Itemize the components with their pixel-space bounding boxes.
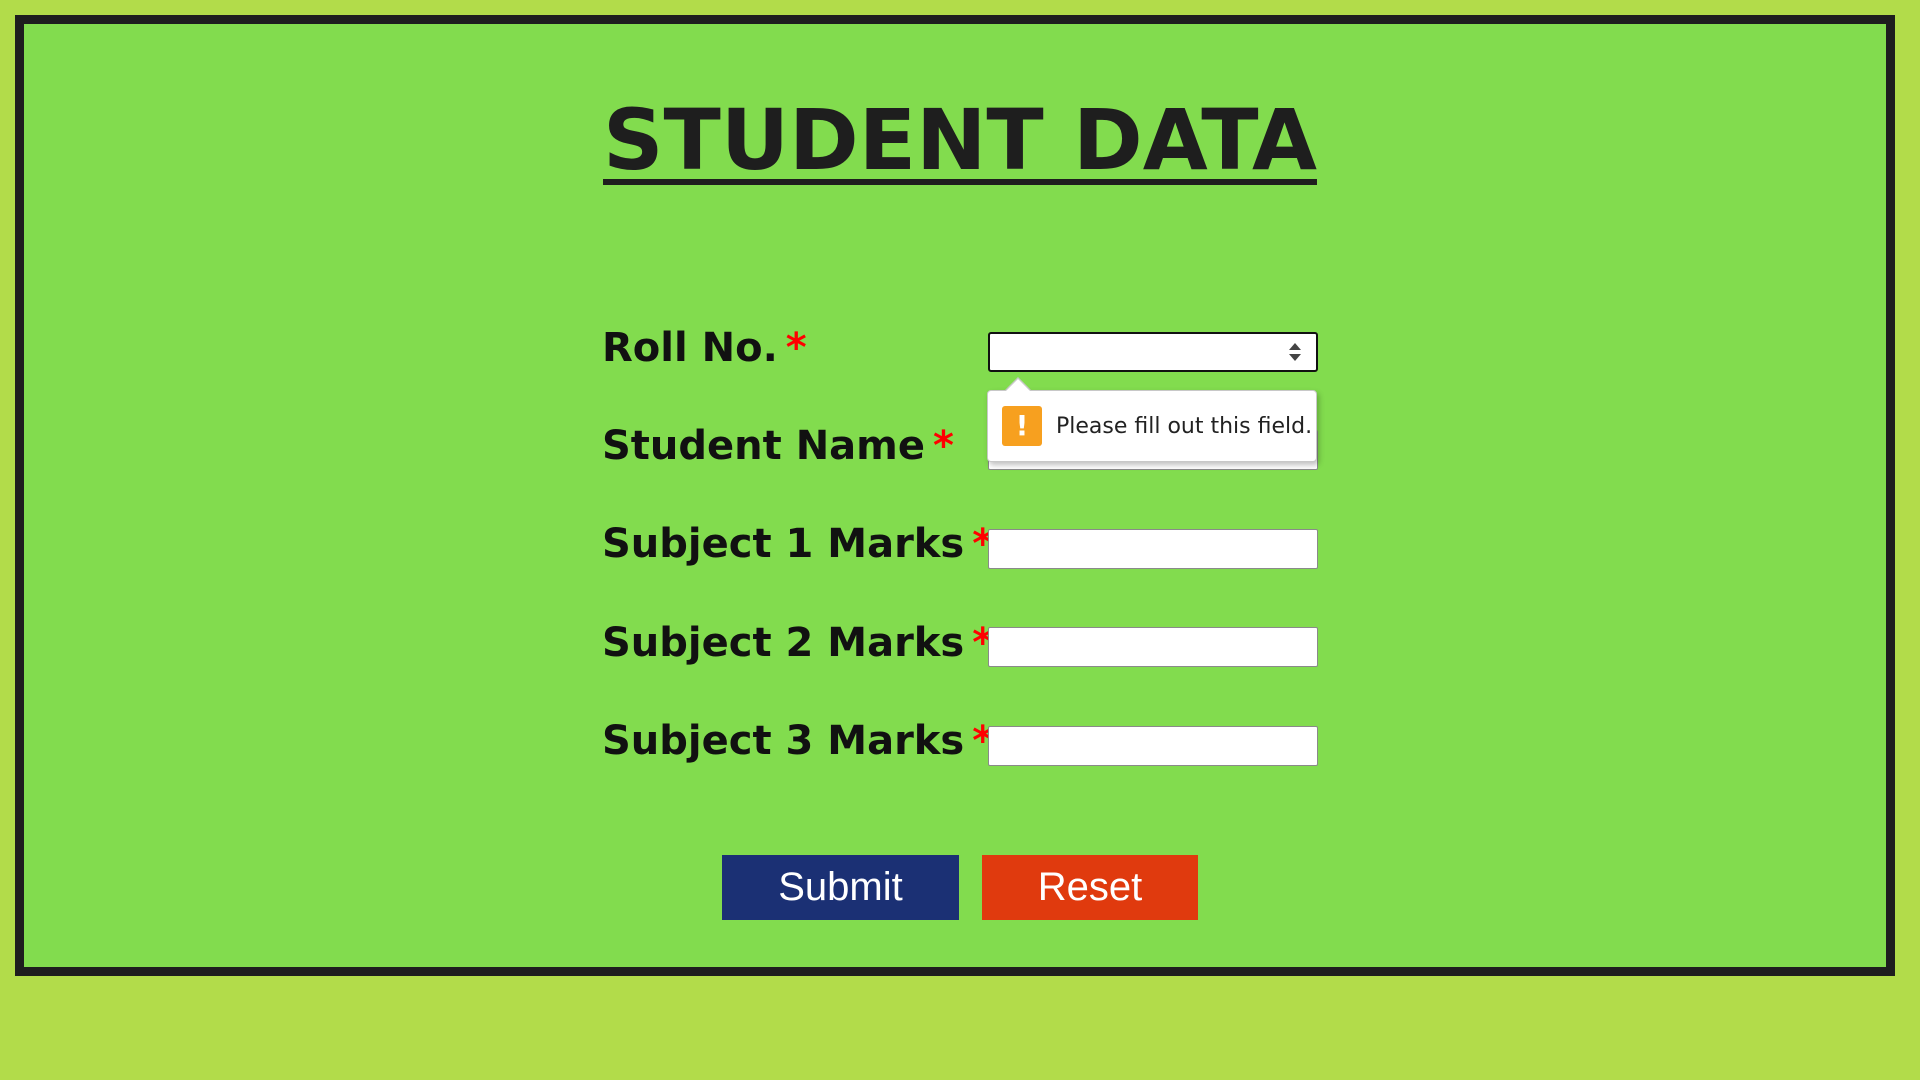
roll-no-label: Roll No. *: [602, 323, 807, 373]
page-title: STUDENT DATA: [603, 91, 1317, 189]
reset-button[interactable]: Reset: [982, 855, 1198, 920]
subject-2-marks-label-text: Subject 2 Marks: [602, 620, 965, 666]
subject-3-marks-input[interactable]: [988, 726, 1318, 766]
number-spinner[interactable]: [1283, 339, 1307, 365]
subject-1-marks-label-text: Subject 1 Marks: [602, 521, 965, 567]
subject-3-marks-label-text: Subject 3 Marks: [602, 718, 965, 764]
spinner-down-icon[interactable]: [1289, 354, 1301, 361]
student-name-label-text: Student Name: [602, 423, 925, 469]
warning-icon: !: [1002, 406, 1042, 446]
subject-1-marks-label: Subject 1 Marks *: [602, 519, 993, 569]
spinner-up-icon[interactable]: [1289, 343, 1301, 350]
subject-2-marks-input[interactable]: [988, 627, 1318, 667]
submit-button[interactable]: Submit: [722, 855, 959, 920]
student-name-label: Student Name *: [602, 421, 954, 471]
required-marker: *: [785, 325, 807, 371]
subject-1-marks-input[interactable]: [988, 529, 1318, 569]
required-marker: *: [932, 423, 954, 469]
validation-tooltip: ! Please fill out this field.: [987, 390, 1317, 462]
tooltip-arrow-fill: [1005, 379, 1031, 392]
validation-message: Please fill out this field.: [1056, 414, 1313, 439]
roll-no-input[interactable]: [988, 332, 1318, 372]
subject-2-marks-label: Subject 2 Marks *: [602, 618, 993, 668]
subject-3-marks-label: Subject 3 Marks *: [602, 716, 993, 766]
roll-no-label-text: Roll No.: [602, 325, 778, 371]
